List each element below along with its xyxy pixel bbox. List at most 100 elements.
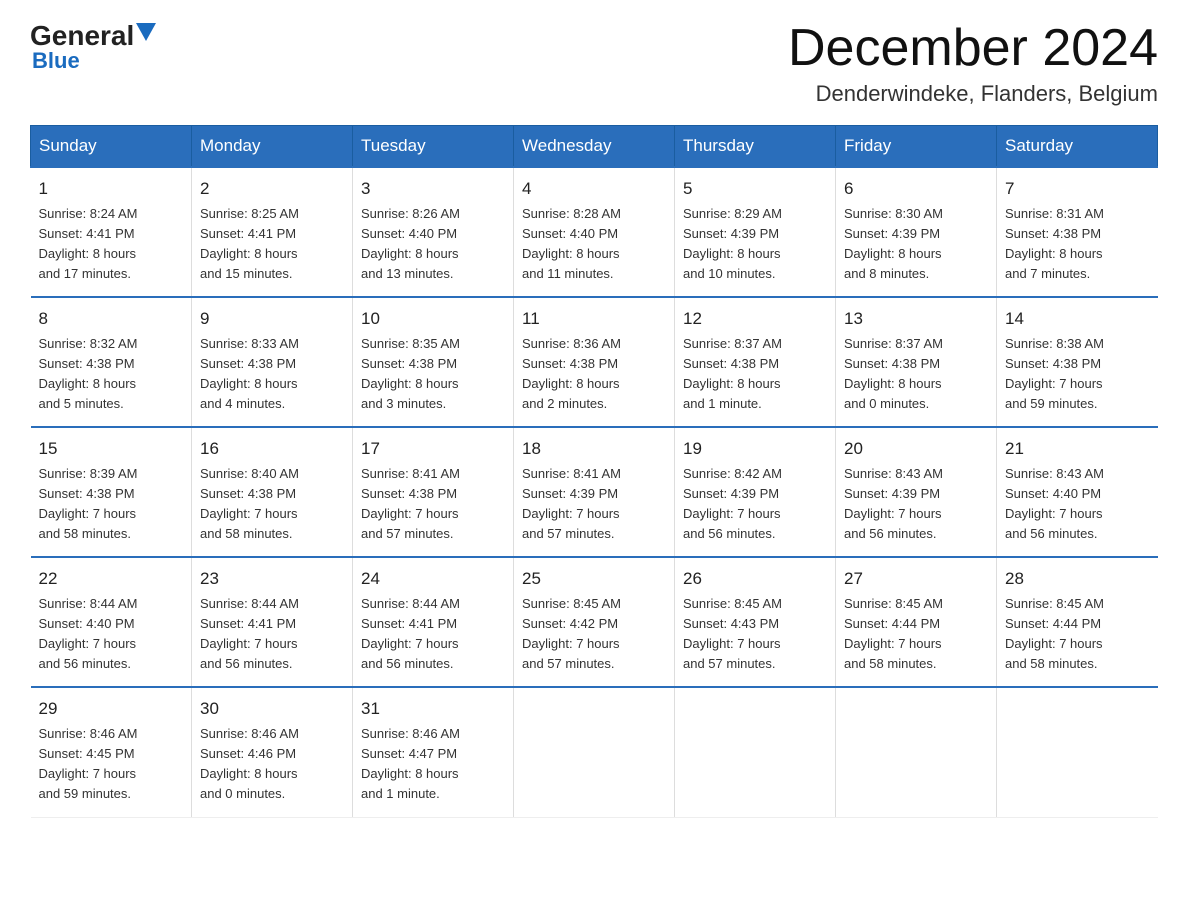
day-number: 17 — [361, 436, 505, 462]
day-info: Sunrise: 8:44 AM Sunset: 4:41 PM Dayligh… — [361, 594, 505, 675]
day-info: Sunrise: 8:46 AM Sunset: 4:47 PM Dayligh… — [361, 724, 505, 805]
day-number: 4 — [522, 176, 666, 202]
day-info: Sunrise: 8:36 AM Sunset: 4:38 PM Dayligh… — [522, 334, 666, 415]
calendar-cell: 18Sunrise: 8:41 AM Sunset: 4:39 PM Dayli… — [514, 427, 675, 557]
day-info: Sunrise: 8:40 AM Sunset: 4:38 PM Dayligh… — [200, 464, 344, 545]
logo-arrow-icon — [136, 23, 158, 45]
calendar-cell: 31Sunrise: 8:46 AM Sunset: 4:47 PM Dayli… — [353, 687, 514, 817]
calendar-cell: 21Sunrise: 8:43 AM Sunset: 4:40 PM Dayli… — [997, 427, 1158, 557]
day-info: Sunrise: 8:44 AM Sunset: 4:41 PM Dayligh… — [200, 594, 344, 675]
calendar-title: December 2024 — [788, 20, 1158, 77]
calendar-cell: 15Sunrise: 8:39 AM Sunset: 4:38 PM Dayli… — [31, 427, 192, 557]
day-number: 16 — [200, 436, 344, 462]
calendar-cell: 2Sunrise: 8:25 AM Sunset: 4:41 PM Daylig… — [192, 167, 353, 297]
day-number: 13 — [844, 306, 988, 332]
day-number: 29 — [39, 696, 184, 722]
day-info: Sunrise: 8:24 AM Sunset: 4:41 PM Dayligh… — [39, 204, 184, 285]
calendar-cell: 28Sunrise: 8:45 AM Sunset: 4:44 PM Dayli… — [997, 557, 1158, 687]
calendar-cell: 14Sunrise: 8:38 AM Sunset: 4:38 PM Dayli… — [997, 297, 1158, 427]
calendar-week-row: 29Sunrise: 8:46 AM Sunset: 4:45 PM Dayli… — [31, 687, 1158, 817]
day-info: Sunrise: 8:41 AM Sunset: 4:39 PM Dayligh… — [522, 464, 666, 545]
calendar-cell: 20Sunrise: 8:43 AM Sunset: 4:39 PM Dayli… — [836, 427, 997, 557]
day-info: Sunrise: 8:33 AM Sunset: 4:38 PM Dayligh… — [200, 334, 344, 415]
calendar-cell: 23Sunrise: 8:44 AM Sunset: 4:41 PM Dayli… — [192, 557, 353, 687]
day-info: Sunrise: 8:32 AM Sunset: 4:38 PM Dayligh… — [39, 334, 184, 415]
calendar-cell: 17Sunrise: 8:41 AM Sunset: 4:38 PM Dayli… — [353, 427, 514, 557]
day-info: Sunrise: 8:45 AM Sunset: 4:42 PM Dayligh… — [522, 594, 666, 675]
day-number: 24 — [361, 566, 505, 592]
calendar-cell: 25Sunrise: 8:45 AM Sunset: 4:42 PM Dayli… — [514, 557, 675, 687]
day-info: Sunrise: 8:45 AM Sunset: 4:44 PM Dayligh… — [844, 594, 988, 675]
calendar-week-row: 22Sunrise: 8:44 AM Sunset: 4:40 PM Dayli… — [31, 557, 1158, 687]
day-number: 6 — [844, 176, 988, 202]
day-number: 20 — [844, 436, 988, 462]
calendar-week-row: 15Sunrise: 8:39 AM Sunset: 4:38 PM Dayli… — [31, 427, 1158, 557]
calendar-cell: 8Sunrise: 8:32 AM Sunset: 4:38 PM Daylig… — [31, 297, 192, 427]
calendar-cell: 12Sunrise: 8:37 AM Sunset: 4:38 PM Dayli… — [675, 297, 836, 427]
calendar-cell: 10Sunrise: 8:35 AM Sunset: 4:38 PM Dayli… — [353, 297, 514, 427]
day-number: 31 — [361, 696, 505, 722]
calendar-cell — [836, 687, 997, 817]
col-friday: Friday — [836, 126, 997, 168]
day-info: Sunrise: 8:41 AM Sunset: 4:38 PM Dayligh… — [361, 464, 505, 545]
day-number: 28 — [1005, 566, 1150, 592]
calendar-cell: 3Sunrise: 8:26 AM Sunset: 4:40 PM Daylig… — [353, 167, 514, 297]
logo-blue: Blue — [32, 48, 80, 74]
title-block: December 2024 Denderwindeke, Flanders, B… — [788, 20, 1158, 107]
calendar-cell: 1Sunrise: 8:24 AM Sunset: 4:41 PM Daylig… — [31, 167, 192, 297]
calendar-header: Sunday Monday Tuesday Wednesday Thursday… — [31, 126, 1158, 168]
day-info: Sunrise: 8:42 AM Sunset: 4:39 PM Dayligh… — [683, 464, 827, 545]
calendar-cell: 24Sunrise: 8:44 AM Sunset: 4:41 PM Dayli… — [353, 557, 514, 687]
day-number: 27 — [844, 566, 988, 592]
day-info: Sunrise: 8:45 AM Sunset: 4:43 PM Dayligh… — [683, 594, 827, 675]
day-number: 18 — [522, 436, 666, 462]
day-number: 9 — [200, 306, 344, 332]
day-info: Sunrise: 8:43 AM Sunset: 4:40 PM Dayligh… — [1005, 464, 1150, 545]
day-number: 15 — [39, 436, 184, 462]
calendar-cell: 13Sunrise: 8:37 AM Sunset: 4:38 PM Dayli… — [836, 297, 997, 427]
day-number: 19 — [683, 436, 827, 462]
day-info: Sunrise: 8:45 AM Sunset: 4:44 PM Dayligh… — [1005, 594, 1150, 675]
day-info: Sunrise: 8:46 AM Sunset: 4:45 PM Dayligh… — [39, 724, 184, 805]
calendar-cell: 5Sunrise: 8:29 AM Sunset: 4:39 PM Daylig… — [675, 167, 836, 297]
day-info: Sunrise: 8:28 AM Sunset: 4:40 PM Dayligh… — [522, 204, 666, 285]
day-info: Sunrise: 8:39 AM Sunset: 4:38 PM Dayligh… — [39, 464, 184, 545]
calendar-cell: 29Sunrise: 8:46 AM Sunset: 4:45 PM Dayli… — [31, 687, 192, 817]
col-wednesday: Wednesday — [514, 126, 675, 168]
day-info: Sunrise: 8:46 AM Sunset: 4:46 PM Dayligh… — [200, 724, 344, 805]
calendar-body: 1Sunrise: 8:24 AM Sunset: 4:41 PM Daylig… — [31, 167, 1158, 817]
calendar-cell: 22Sunrise: 8:44 AM Sunset: 4:40 PM Dayli… — [31, 557, 192, 687]
day-info: Sunrise: 8:37 AM Sunset: 4:38 PM Dayligh… — [844, 334, 988, 415]
day-number: 22 — [39, 566, 184, 592]
day-info: Sunrise: 8:35 AM Sunset: 4:38 PM Dayligh… — [361, 334, 505, 415]
calendar-cell: 19Sunrise: 8:42 AM Sunset: 4:39 PM Dayli… — [675, 427, 836, 557]
calendar-week-row: 8Sunrise: 8:32 AM Sunset: 4:38 PM Daylig… — [31, 297, 1158, 427]
calendar-cell — [514, 687, 675, 817]
calendar-cell: 7Sunrise: 8:31 AM Sunset: 4:38 PM Daylig… — [997, 167, 1158, 297]
day-number: 14 — [1005, 306, 1150, 332]
col-sunday: Sunday — [31, 126, 192, 168]
day-number: 12 — [683, 306, 827, 332]
calendar-cell: 6Sunrise: 8:30 AM Sunset: 4:39 PM Daylig… — [836, 167, 997, 297]
day-number: 3 — [361, 176, 505, 202]
day-info: Sunrise: 8:25 AM Sunset: 4:41 PM Dayligh… — [200, 204, 344, 285]
calendar-cell: 30Sunrise: 8:46 AM Sunset: 4:46 PM Dayli… — [192, 687, 353, 817]
calendar-cell: 16Sunrise: 8:40 AM Sunset: 4:38 PM Dayli… — [192, 427, 353, 557]
day-info: Sunrise: 8:43 AM Sunset: 4:39 PM Dayligh… — [844, 464, 988, 545]
day-number: 10 — [361, 306, 505, 332]
page-header: General Blue December 2024 Denderwindeke… — [30, 20, 1158, 107]
day-number: 1 — [39, 176, 184, 202]
logo: General Blue — [30, 20, 158, 74]
day-number: 5 — [683, 176, 827, 202]
calendar-cell: 26Sunrise: 8:45 AM Sunset: 4:43 PM Dayli… — [675, 557, 836, 687]
calendar-cell — [997, 687, 1158, 817]
calendar-cell: 11Sunrise: 8:36 AM Sunset: 4:38 PM Dayli… — [514, 297, 675, 427]
day-number: 2 — [200, 176, 344, 202]
day-info: Sunrise: 8:38 AM Sunset: 4:38 PM Dayligh… — [1005, 334, 1150, 415]
col-thursday: Thursday — [675, 126, 836, 168]
col-monday: Monday — [192, 126, 353, 168]
calendar-cell — [675, 687, 836, 817]
day-info: Sunrise: 8:29 AM Sunset: 4:39 PM Dayligh… — [683, 204, 827, 285]
col-saturday: Saturday — [997, 126, 1158, 168]
day-info: Sunrise: 8:30 AM Sunset: 4:39 PM Dayligh… — [844, 204, 988, 285]
